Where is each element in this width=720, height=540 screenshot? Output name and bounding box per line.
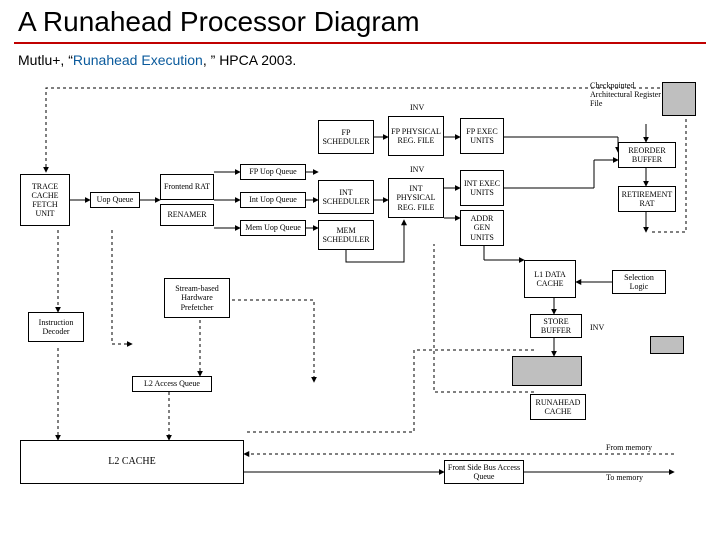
fp-exec-units: FP EXEC UNITS xyxy=(460,118,504,154)
citation-link: Runahead Execution xyxy=(73,52,203,68)
uop-queue: Uop Queue xyxy=(90,192,140,208)
inv-label-fp: INV xyxy=(410,104,424,113)
int-scheduler: INT SCHEDULER xyxy=(318,180,374,214)
store-buffer: STORE BUFFER xyxy=(530,314,582,338)
l2-cache: L2 CACHE xyxy=(20,440,244,484)
citation: Mutlu+, “Runahead Execution, ” HPCA 2003… xyxy=(18,52,296,68)
unlabeled-gray-block xyxy=(512,356,582,386)
checkpointed-arch-regfile-block xyxy=(662,82,696,116)
front-side-bus-access-queue: Front Side Bus Access Queue xyxy=(444,460,524,484)
title-underline xyxy=(14,42,706,44)
inv-label-store: INV xyxy=(590,324,604,333)
small-gray-block xyxy=(650,336,684,354)
reorder-buffer: REORDER BUFFER xyxy=(618,142,676,168)
fp-scheduler: FP SCHEDULER xyxy=(318,120,374,154)
trace-cache-fetch-unit: TRACE CACHE FETCH UNIT xyxy=(20,174,70,226)
from-memory-label: From memory xyxy=(606,444,652,453)
instruction-decoder: Instruction Decoder xyxy=(28,312,84,342)
int-uop-queue: Int Uop Queue xyxy=(240,192,306,208)
inv-label-int: INV xyxy=(410,166,424,175)
runahead-cache: RUNAHEAD CACHE xyxy=(530,394,586,420)
l1-data-cache: L1 DATA CACHE xyxy=(524,260,576,298)
l2-access-queue: L2 Access Queue xyxy=(132,376,212,392)
slide-title: A Runahead Processor Diagram xyxy=(18,6,420,38)
fp-physical-reg-file: FP PHYSICAL REG. FILE xyxy=(388,116,444,156)
retirement-rat: RETIREMENT RAT xyxy=(618,186,676,212)
stream-prefetcher: Stream-based Hardware Prefetcher xyxy=(164,278,230,318)
int-physical-reg-file: INT PHYSICAL REG. FILE xyxy=(388,178,444,218)
addr-gen-units: ADDR GEN UNITS xyxy=(460,210,504,246)
checkpointed-arch-regfile-label: Checkpointed Architectural Register File xyxy=(590,82,662,108)
int-exec-units: INT EXEC UNITS xyxy=(460,170,504,206)
citation-prefix: Mutlu+, “ xyxy=(18,52,73,68)
to-memory-label: To memory xyxy=(606,474,643,483)
renamer: RENAMER xyxy=(160,204,214,226)
mem-scheduler: MEM SCHEDULER xyxy=(318,220,374,250)
frontend-rat: Frontend RAT xyxy=(160,174,214,200)
mem-uop-queue: Mem Uop Queue xyxy=(240,220,306,236)
fp-uop-queue: FP Uop Queue xyxy=(240,164,306,180)
citation-suffix: , ” HPCA 2003. xyxy=(203,52,296,68)
processor-diagram: TRACE CACHE FETCH UNIT Uop Queue Fronten… xyxy=(14,82,706,530)
selection-logic: Selection Logic xyxy=(612,270,666,294)
